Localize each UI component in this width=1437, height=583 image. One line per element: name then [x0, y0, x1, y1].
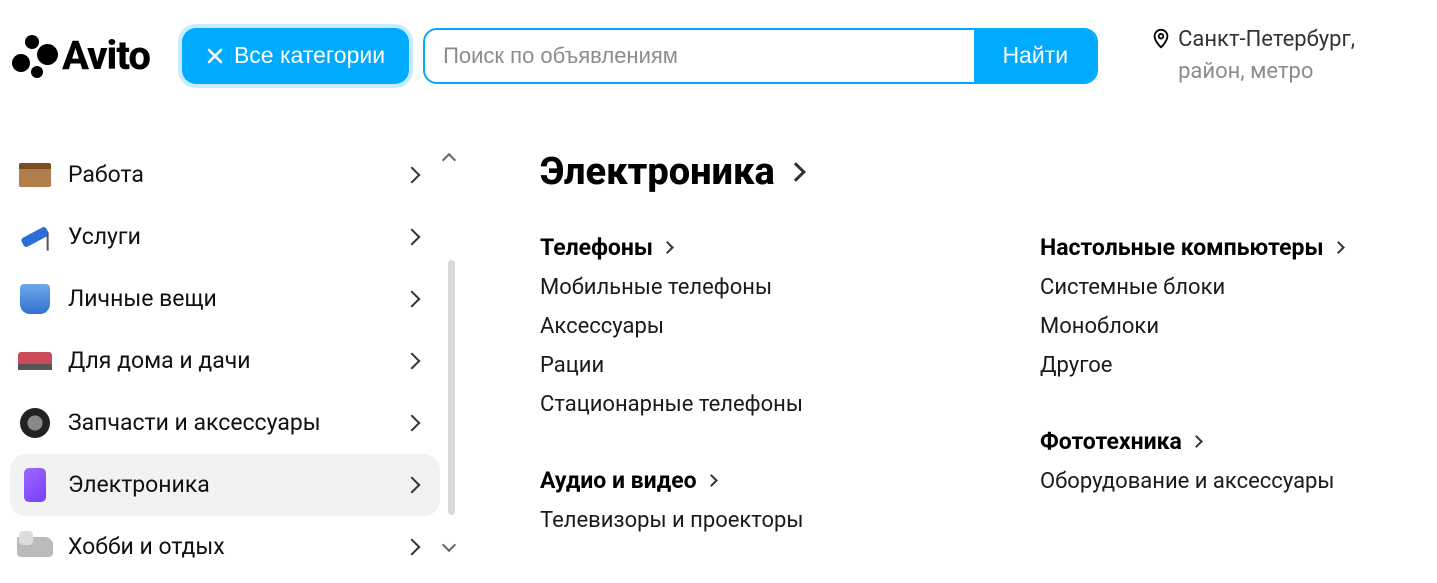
chevron-right-icon: [404, 352, 421, 369]
search-area: Все категории Найти: [182, 28, 1098, 84]
location-pin-icon: [1150, 28, 1172, 50]
sidebar-item-label: Личные вещи: [68, 285, 406, 312]
chevron-right-icon: [404, 414, 421, 431]
subcategory-heading-label: Телефоны: [540, 234, 653, 261]
subcategory-heading-label: Настольные компьютеры: [1040, 234, 1324, 261]
subcategory-link[interactable]: Рации: [540, 353, 920, 378]
sofa-icon: [16, 342, 54, 380]
subcategory-heading[interactable]: Аудио и видео: [540, 467, 920, 494]
sidebar-item-label: Запчасти и аксессуары: [68, 409, 406, 436]
sidebar-item-label: Хобби и отдых: [68, 533, 406, 560]
logo-icon: [10, 32, 58, 80]
sidebar-item-label: Работа: [68, 161, 406, 188]
chevron-right-icon: [786, 162, 806, 182]
subcategory-link[interactable]: Стационарные телефоны: [540, 392, 920, 417]
close-icon: [206, 47, 224, 65]
subcategory-heading[interactable]: Фототехника: [1040, 428, 1420, 455]
sidebar-item-label: Для дома и дачи: [68, 347, 406, 374]
category-heading-label: Электроника: [540, 150, 775, 194]
search-box: Найти: [423, 28, 1098, 84]
sidebar-item-1[interactable]: Услуги: [10, 206, 440, 268]
chevron-right-icon: [1190, 435, 1203, 448]
chevron-right-icon: [404, 166, 421, 183]
subcategory-link[interactable]: Системные блоки: [1040, 275, 1420, 300]
chevron-right-icon: [661, 241, 674, 254]
jacket-icon: [16, 280, 54, 318]
chevron-right-icon: [404, 538, 421, 555]
subcategory-group: Настольные компьютеры Системные блоки Моно…: [1040, 234, 1420, 392]
search-button[interactable]: Найти: [974, 30, 1096, 82]
subcategory-heading-label: Фототехника: [1040, 428, 1182, 455]
sidebar-item-6[interactable]: Хобби и отдых: [10, 516, 440, 578]
sidebar-item-5[interactable]: Электроника: [10, 454, 440, 516]
subcategory-link[interactable]: Другое: [1040, 353, 1420, 378]
chevron-right-icon: [404, 476, 421, 493]
subcategory-group: Телефоны Мобильные телефоны Аксессуары Раци…: [540, 234, 920, 431]
content-panel: Электроника Телефоны Мобильные телефоны Акс…: [440, 144, 1420, 583]
sidebar-item-3[interactable]: Для дома и дачи: [10, 330, 440, 392]
subcategory-group: Аудио и видео Телевизоры и проекторы: [540, 467, 920, 547]
header-bar: Avito Все категории Найти Санкт-Петербур…: [0, 0, 1437, 112]
chevron-right-icon: [705, 474, 718, 487]
all-categories-button[interactable]: Все категории: [182, 28, 409, 84]
location-city: Санкт-Петербург,: [1178, 24, 1355, 56]
subcategory-group: Фототехника Оборудование и аксессуары: [1040, 428, 1420, 508]
phone-icon: [16, 466, 54, 504]
category-heading[interactable]: Электроника: [540, 150, 1420, 194]
search-input[interactable]: [425, 30, 974, 82]
content-column-0: Телефоны Мобильные телефоны Аксессуары Раци…: [540, 234, 920, 583]
location-sub: район, метро: [1178, 56, 1355, 88]
subcategory-link[interactable]: Мобильные телефоны: [540, 275, 920, 300]
category-sidebar: Работа Услуги Личные вещи Для дома и дачи За…: [0, 144, 440, 583]
scrollbar[interactable]: [448, 260, 455, 515]
subcategory-link[interactable]: Моноблоки: [1040, 314, 1420, 339]
sidebar-item-4[interactable]: Запчасти и аксессуары: [10, 392, 440, 454]
shoe-icon: [16, 528, 54, 566]
subcategory-link[interactable]: Телевизоры и проекторы: [540, 508, 920, 533]
subcategory-heading[interactable]: Настольные компьютеры: [1040, 234, 1420, 261]
chevron-right-icon: [1332, 241, 1345, 254]
subcategory-heading-label: Аудио и видео: [540, 467, 697, 494]
chevron-right-icon: [404, 290, 421, 307]
sidebar-item-0[interactable]: Работа: [10, 144, 440, 206]
logo-text: Avito: [62, 32, 150, 79]
subcategory-link[interactable]: Аксессуары: [540, 314, 920, 339]
subcategory-heading[interactable]: Телефоны: [540, 234, 920, 261]
logo[interactable]: Avito: [10, 32, 150, 80]
subcategory-link[interactable]: Оборудование и аксессуары: [1040, 469, 1420, 494]
chevron-right-icon: [404, 228, 421, 245]
content-column-1: Настольные компьютеры Системные блоки Моно…: [1040, 234, 1420, 583]
location-selector[interactable]: Санкт-Петербург, район, метро: [1150, 24, 1355, 88]
box-icon: [16, 156, 54, 194]
sidebar-item-2[interactable]: Личные вещи: [10, 268, 440, 330]
roller-icon: [16, 218, 54, 256]
sidebar-item-label: Электроника: [68, 471, 406, 498]
sidebar-item-label: Услуги: [68, 223, 406, 250]
tire-icon: [16, 404, 54, 442]
all-categories-label: Все категории: [234, 42, 385, 69]
